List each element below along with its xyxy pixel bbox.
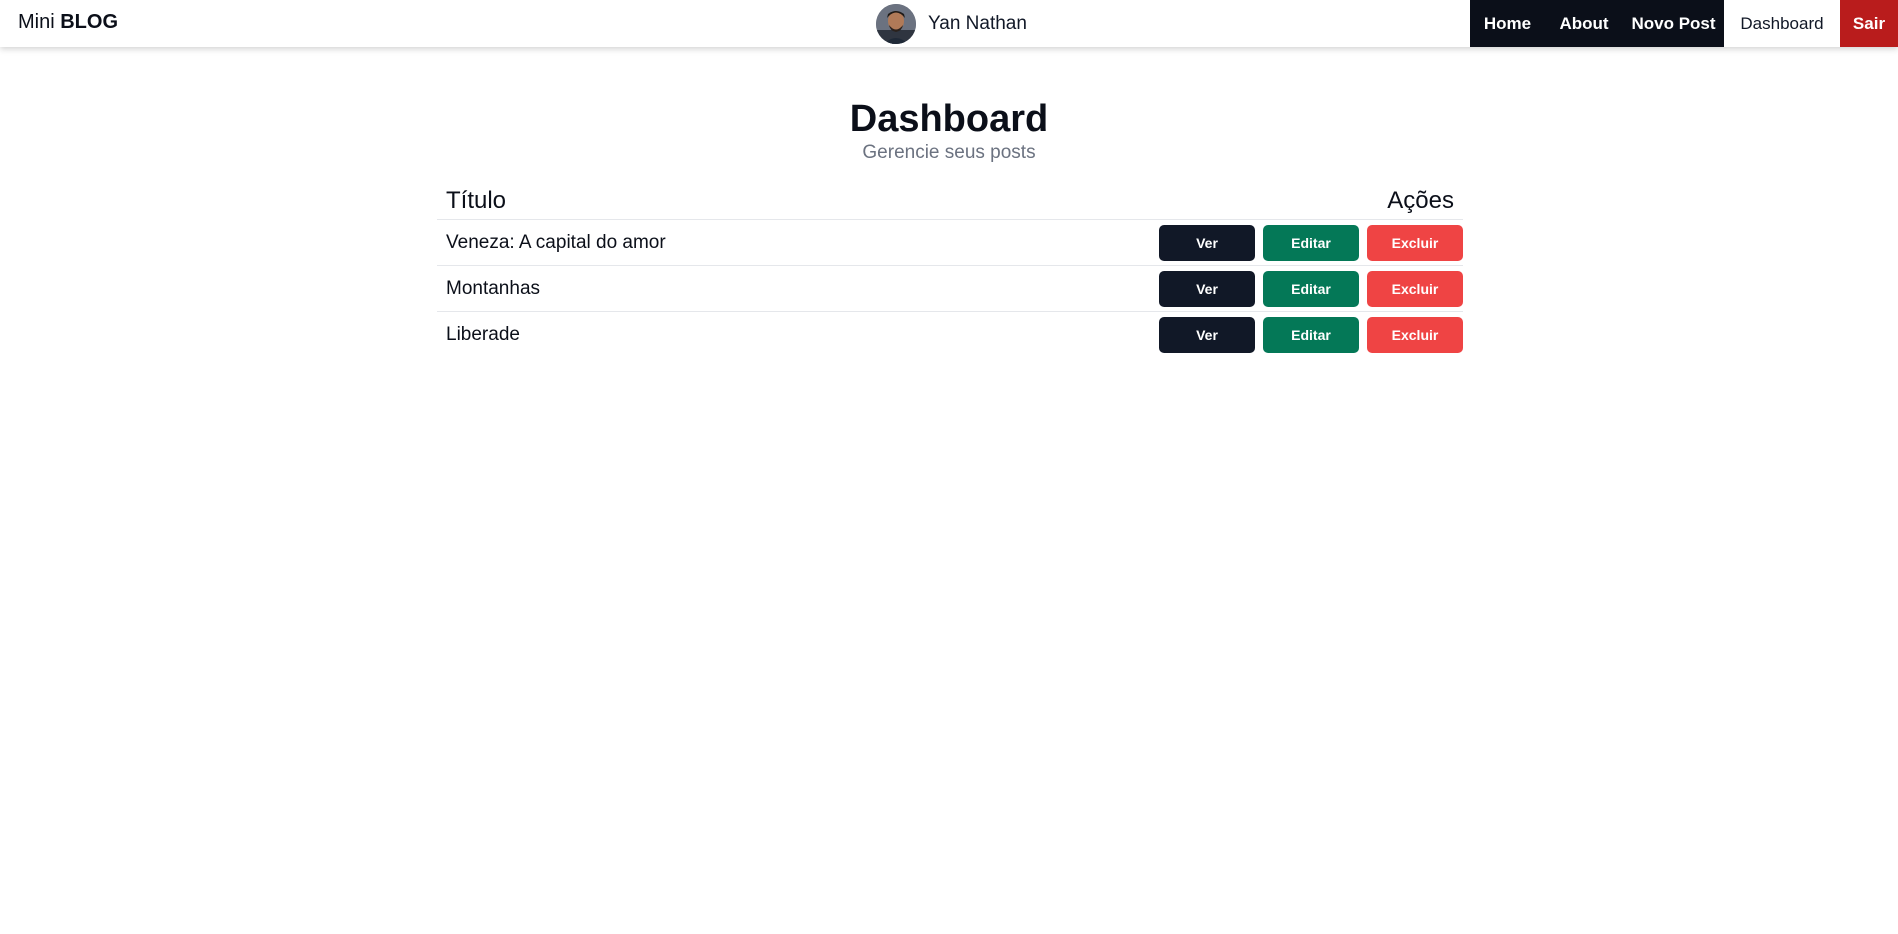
user-name: Yan Nathan <box>928 12 1027 34</box>
table-row: Veneza: A capital do amor Ver Editar Exc… <box>437 220 1463 266</box>
table-row: Montanhas Ver Editar Excluir <box>437 266 1463 312</box>
delete-button[interactable]: Excluir <box>1367 224 1463 261</box>
nav-about[interactable]: About <box>1545 0 1623 47</box>
delete-button[interactable]: Excluir <box>1367 270 1463 307</box>
row-actions: Ver Editar Excluir <box>1159 224 1463 261</box>
nav-links: Home About Novo Post Dashboard Sair <box>1470 0 1898 47</box>
nav-home[interactable]: Home <box>1470 0 1545 47</box>
edit-button[interactable]: Editar <box>1263 270 1359 307</box>
view-button[interactable]: Ver <box>1159 317 1255 353</box>
post-title: Veneza: A capital do amor <box>446 231 666 253</box>
nav-dashboard[interactable]: Dashboard <box>1724 0 1840 47</box>
view-button[interactable]: Ver <box>1159 270 1255 307</box>
row-actions: Ver Editar Excluir <box>1159 317 1463 353</box>
posts-table: Título Ações Veneza: A capital do amor V… <box>437 182 1463 358</box>
post-title: Liberade <box>446 324 520 345</box>
logout-button[interactable]: Sair <box>1840 0 1898 47</box>
avatar <box>876 3 916 44</box>
delete-button[interactable]: Excluir <box>1367 317 1463 353</box>
navbar: Mini BLOG Yan Nathan Home About Novo Pos… <box>0 0 1898 47</box>
table-header: Título Ações <box>437 182 1463 220</box>
user-profile: Yan Nathan <box>876 3 1027 44</box>
table-row: Liberade Ver Editar Excluir <box>437 312 1463 358</box>
brand-logo[interactable]: Mini BLOG <box>18 11 118 34</box>
post-title: Montanhas <box>446 277 541 299</box>
view-button[interactable]: Ver <box>1159 224 1255 261</box>
row-actions: Ver Editar Excluir <box>1159 270 1463 307</box>
edit-button[interactable]: Editar <box>1263 224 1359 261</box>
page-subtitle: Gerencie seus posts <box>862 142 1036 163</box>
header-actions: Ações <box>1387 186 1454 214</box>
brand-bold: BLOG <box>60 11 119 33</box>
page-title: Dashboard <box>849 98 1049 140</box>
brand-prefix: Mini <box>18 11 55 33</box>
nav-new-post[interactable]: Novo Post <box>1623 0 1724 47</box>
header-title: Título <box>446 186 507 214</box>
edit-button[interactable]: Editar <box>1263 317 1359 353</box>
